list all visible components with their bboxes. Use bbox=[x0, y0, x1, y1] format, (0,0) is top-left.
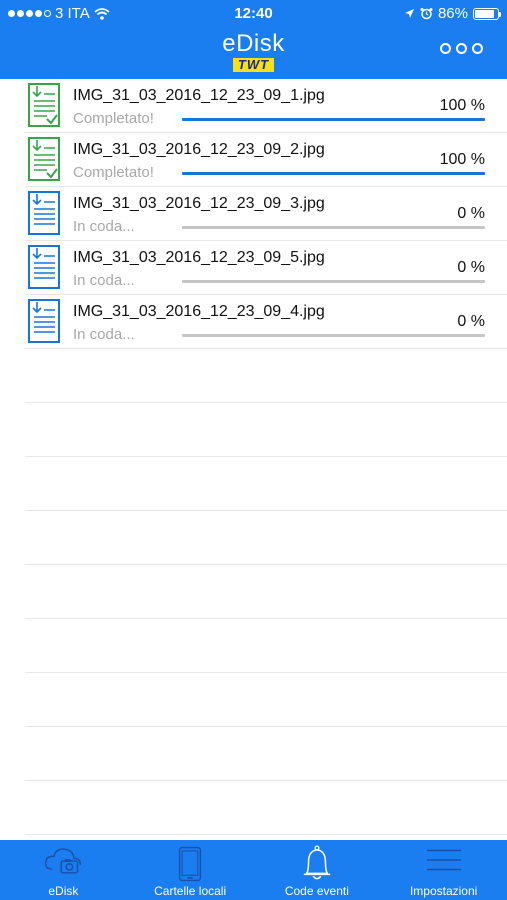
progress-bar bbox=[182, 226, 485, 229]
transfer-percent: 100 % bbox=[439, 151, 485, 168]
file-name: IMG_31_03_2016_12_23_09_1.jpg bbox=[73, 87, 325, 104]
more-circles-icon bbox=[440, 43, 451, 54]
tab-cartelle-locali[interactable]: Cartelle locali bbox=[127, 840, 254, 900]
transfer-status: In coda... bbox=[73, 272, 135, 289]
transfer-status: In coda... bbox=[73, 326, 135, 343]
progress-bar bbox=[182, 118, 485, 121]
status-right: 86% bbox=[404, 5, 501, 22]
file-download-icon bbox=[27, 298, 61, 344]
logo-sub: TWT bbox=[232, 58, 275, 72]
empty-row bbox=[25, 727, 507, 781]
location-arrow-icon bbox=[404, 9, 414, 18]
transfer-list: IMG_31_03_2016_12_23_09_1.jpg Completato… bbox=[25, 79, 507, 835]
tab-code-eventi[interactable]: Code eventi bbox=[254, 840, 381, 900]
battery-icon bbox=[473, 7, 501, 20]
cloud-camera-icon bbox=[43, 845, 83, 882]
transfer-percent: 0 % bbox=[457, 259, 485, 276]
empty-row bbox=[25, 565, 507, 619]
top-bar: 3 ITA 12:40 86% eDisk TWT bbox=[0, 0, 507, 79]
transfer-row[interactable]: IMG_31_03_2016_12_23_09_4.jpg In coda...… bbox=[25, 295, 507, 349]
file-download-done-icon bbox=[27, 82, 61, 128]
empty-row bbox=[25, 457, 507, 511]
tab-label: Code eventi bbox=[284, 884, 349, 898]
alarm-icon bbox=[420, 8, 433, 20]
empty-row bbox=[25, 403, 507, 457]
transfer-status: In coda... bbox=[73, 218, 135, 235]
file-name: IMG_31_03_2016_12_23_09_2.jpg bbox=[73, 141, 325, 158]
progress-bar-fill bbox=[182, 118, 485, 121]
transfer-percent: 0 % bbox=[457, 313, 485, 330]
tab-impostazioni[interactable]: Impostazioni bbox=[380, 840, 507, 900]
transfer-row[interactable]: IMG_31_03_2016_12_23_09_3.jpg In coda...… bbox=[25, 187, 507, 241]
progress-bar bbox=[182, 280, 485, 283]
progress-bar-fill bbox=[182, 172, 485, 175]
tab-label: Impostazioni bbox=[409, 884, 478, 898]
empty-row bbox=[25, 349, 507, 403]
empty-row bbox=[25, 781, 507, 835]
transfer-percent: 0 % bbox=[457, 205, 485, 222]
empty-row bbox=[25, 619, 507, 673]
empty-row bbox=[25, 511, 507, 565]
tab-label: Cartelle locali bbox=[154, 884, 227, 898]
transfer-row[interactable]: IMG_31_03_2016_12_23_09_1.jpg Completato… bbox=[25, 79, 507, 133]
transfer-status: Completato! bbox=[73, 110, 154, 127]
file-name: IMG_31_03_2016_12_23_09_3.jpg bbox=[73, 195, 325, 212]
menu-lines-icon bbox=[425, 845, 463, 880]
file-download-done-icon bbox=[27, 136, 61, 182]
tab-bar: eDisk Cartelle locali Code eventi Impost… bbox=[0, 840, 507, 900]
progress-bar bbox=[182, 172, 485, 175]
file-name: IMG_31_03_2016_12_23_09_5.jpg bbox=[73, 249, 325, 266]
more-options-button[interactable] bbox=[440, 43, 483, 54]
file-download-icon bbox=[27, 190, 61, 236]
logo-main: eDisk bbox=[222, 30, 285, 57]
phone-icon bbox=[177, 845, 203, 888]
tab-edisk[interactable]: eDisk bbox=[0, 840, 127, 900]
tab-label: eDisk bbox=[48, 884, 79, 898]
battery-percent: 86% bbox=[437, 5, 468, 22]
transfer-row[interactable]: IMG_31_03_2016_12_23_09_5.jpg In coda...… bbox=[25, 241, 507, 295]
transfer-percent: 100 % bbox=[439, 97, 485, 114]
bell-icon bbox=[301, 845, 333, 888]
transfer-row[interactable]: IMG_31_03_2016_12_23_09_2.jpg Completato… bbox=[25, 133, 507, 187]
progress-bar bbox=[182, 334, 485, 337]
file-name: IMG_31_03_2016_12_23_09_4.jpg bbox=[73, 303, 325, 320]
file-download-icon bbox=[27, 244, 61, 290]
empty-row bbox=[25, 673, 507, 727]
app-logo: eDisk TWT bbox=[0, 32, 507, 74]
transfer-status: Completato! bbox=[73, 164, 154, 181]
status-bar: 3 ITA 12:40 86% bbox=[0, 0, 507, 28]
